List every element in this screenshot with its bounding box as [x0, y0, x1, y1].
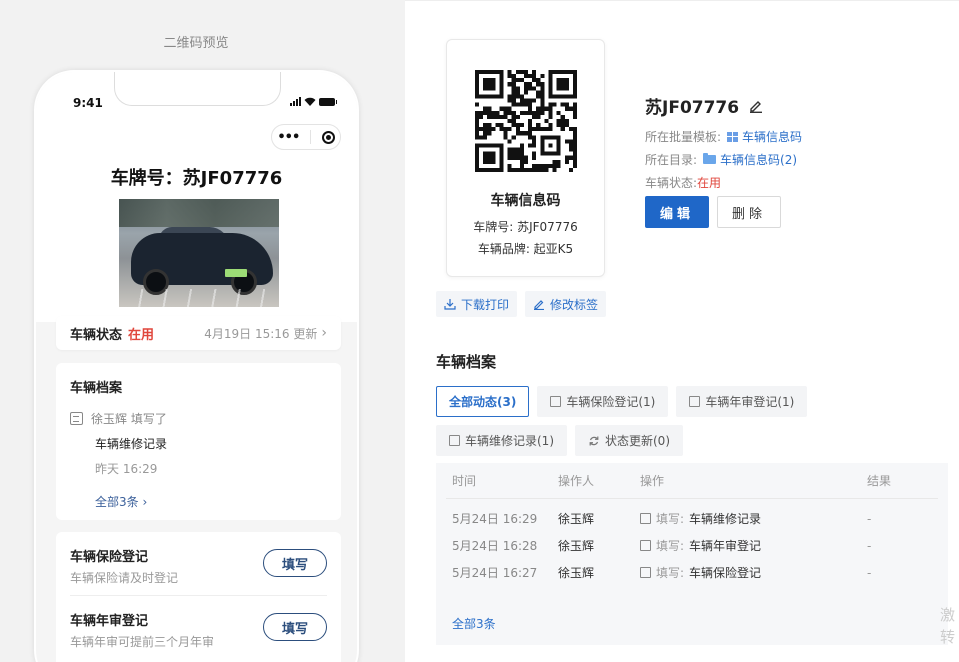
status-bar-time: 9:41: [73, 96, 103, 110]
col-action: 操作: [640, 474, 665, 488]
close-target-icon[interactable]: [321, 130, 335, 144]
more-dots-icon[interactable]: •••: [277, 130, 300, 145]
table-row[interactable]: 5月24日 16:28 徐玉辉 填写: 车辆年审登记 -: [446, 532, 938, 559]
form-doc-icon: [640, 540, 651, 551]
code-info: 苏JF07776 所在批量模板: 车辆信息码 所在目录: 车辆信息码(2) 车辆…: [645, 93, 802, 191]
template-grid-icon: [727, 131, 739, 142]
filter-insurance[interactable]: 车辆保险登记(1): [537, 386, 669, 417]
form-doc-icon: [449, 435, 460, 446]
refresh-icon: [589, 436, 599, 445]
form-doc-icon: [550, 396, 562, 407]
row-operator: 徐玉辉: [558, 512, 595, 526]
filter-maintenance[interactable]: 车辆维修记录(1): [436, 425, 567, 456]
code-title: 苏JF07776: [645, 98, 740, 118]
table-header: 时间 操作人 操作 结果: [446, 463, 938, 499]
download-print-button[interactable]: 下载打印: [436, 291, 518, 317]
fill-inspection-button[interactable]: 填写: [263, 613, 327, 641]
battery-icon: [319, 97, 337, 106]
preview-title: 二维码预览: [163, 36, 229, 51]
col-time: 时间: [452, 474, 477, 488]
table-row[interactable]: 5月24日 16:27 徐玉辉 填写: 车辆保险登记 -: [446, 559, 938, 586]
folder-icon: [703, 153, 717, 164]
archive-filter-tabs: 全部动态(3) 车辆保险登记(1) 车辆年审登记(1) 车辆维修记录(1) 状态…: [436, 386, 946, 456]
secondary-actions: 下载打印 修改标签: [436, 291, 607, 317]
archive-entry-actor: 徐玉辉 填写了: [91, 412, 167, 426]
archive-entry-title: 车辆维修记录: [95, 437, 168, 451]
fill-insurance-button[interactable]: 填写: [263, 549, 327, 577]
row-result: -: [867, 565, 872, 580]
row-time: 5月24日 16:27: [452, 566, 538, 580]
vehicle-status-card[interactable]: 车辆状态 在用 4月19日 15:16 更新 ›: [56, 316, 341, 350]
archive-entry-time: 昨天 16:29: [95, 462, 158, 476]
delete-button[interactable]: 删除: [717, 196, 781, 228]
col-operator: 操作人: [558, 474, 595, 488]
qr-code-card: 车辆信息码 车牌号: 苏JF07776 车辆品牌: 起亚K5: [446, 39, 605, 277]
detail-pane: 车辆信息码 车牌号: 苏JF07776 车辆品牌: 起亚K5 苏JF07776 …: [405, 0, 959, 662]
qr-card-plate: 车牌号: 苏JF07776: [473, 220, 578, 234]
archive-card: 车辆档案 徐玉辉 填写了 车辆维修记录 昨天 16:29 全部3条 ›: [56, 363, 341, 520]
archive-heading: 车辆档案: [70, 381, 123, 396]
status-value: 在用: [128, 327, 155, 343]
form-doc-icon: [689, 396, 701, 407]
qr-card-brand: 车辆品牌: 起亚K5: [477, 242, 574, 256]
row-operator: 徐玉辉: [558, 539, 595, 553]
directory-label: 所在目录:: [645, 153, 698, 167]
qr-card-name: 车辆信息码: [490, 193, 561, 209]
form-item-annual-inspection: 车辆年审登记 车辆年审可提前三个月年审 填写: [70, 596, 327, 660]
signal-icon: [290, 97, 301, 106]
form-doc-icon: [640, 513, 651, 524]
edit-button[interactable]: 编辑: [645, 196, 709, 228]
status-label: 车辆状态: [70, 327, 123, 343]
status-updated-time: 4月19日 15:16 更新: [204, 326, 318, 341]
row-action: 车辆保险登记: [689, 566, 762, 580]
edit-pencil-icon[interactable]: [749, 99, 763, 113]
edit-tag-button[interactable]: 修改标签: [525, 291, 607, 317]
template-link[interactable]: 车辆信息码: [742, 128, 802, 145]
qr-preview-pane: 二维码预览 9:41 ••• 车牌号：苏JF07776 车辆状态 在用 4月19…: [0, 0, 405, 662]
row-time: 5月24日 16:28: [452, 539, 538, 553]
archive-section-heading: 车辆档案: [436, 353, 497, 371]
row-result: -: [867, 538, 872, 553]
row-action: 车辆年审登记: [689, 539, 762, 553]
archive-table: 时间 操作人 操作 结果 5月24日 16:29 徐玉辉 填写: 车辆维修记录 -…: [436, 463, 948, 645]
directory-link[interactable]: 车辆信息码(2): [720, 151, 797, 168]
archive-more-link[interactable]: 全部3条 ›: [95, 493, 327, 510]
phone-mockup: 9:41 ••• 车牌号：苏JF07776 车辆状态 在用 4月19日 15:1…: [34, 70, 359, 662]
mini-program-capsule[interactable]: •••: [271, 124, 341, 150]
pencil-icon: [534, 300, 545, 310]
row-result: -: [867, 511, 872, 526]
wifi-icon: [304, 97, 316, 106]
phone-notch: [114, 72, 281, 106]
code-actions: 编辑 删除: [645, 196, 781, 228]
vehicle-photo: [119, 199, 279, 307]
row-time: 5月24日 16:29: [452, 512, 538, 526]
filter-annual-inspection[interactable]: 车辆年审登记(1): [676, 386, 808, 417]
plate-number-title: 车牌号：苏JF07776: [110, 168, 283, 189]
filter-all[interactable]: 全部动态(3): [436, 386, 530, 417]
chevron-right-icon: ›: [321, 325, 327, 341]
status-bar-icons: [290, 97, 337, 106]
table-row[interactable]: 5月24日 16:29 徐玉辉 填写: 车辆维修记录 -: [446, 505, 938, 532]
template-label: 所在批量模板:: [645, 130, 722, 144]
vehicle-status-label: 车辆状态:: [645, 176, 698, 190]
download-icon: [444, 299, 456, 310]
form-doc-icon: [640, 567, 651, 578]
qr-code-image: [475, 70, 577, 172]
row-operator: 徐玉辉: [558, 566, 595, 580]
form-item-insurance: 车辆保险登记 车辆保险请及时登记 填写: [70, 532, 327, 596]
form-doc-icon: [70, 412, 83, 425]
watermark: 激 转: [940, 606, 956, 646]
col-result: 结果: [867, 474, 892, 488]
form-list-card: 车辆保险登记 车辆保险请及时登记 填写 车辆年审登记 车辆年审可提前三个月年审 …: [56, 532, 341, 662]
vehicle-status-value: 在用: [697, 176, 722, 190]
filter-status-update[interactable]: 状态更新(0): [575, 425, 683, 456]
table-more-link[interactable]: 全部3条: [452, 615, 496, 632]
row-action: 车辆维修记录: [689, 512, 762, 526]
